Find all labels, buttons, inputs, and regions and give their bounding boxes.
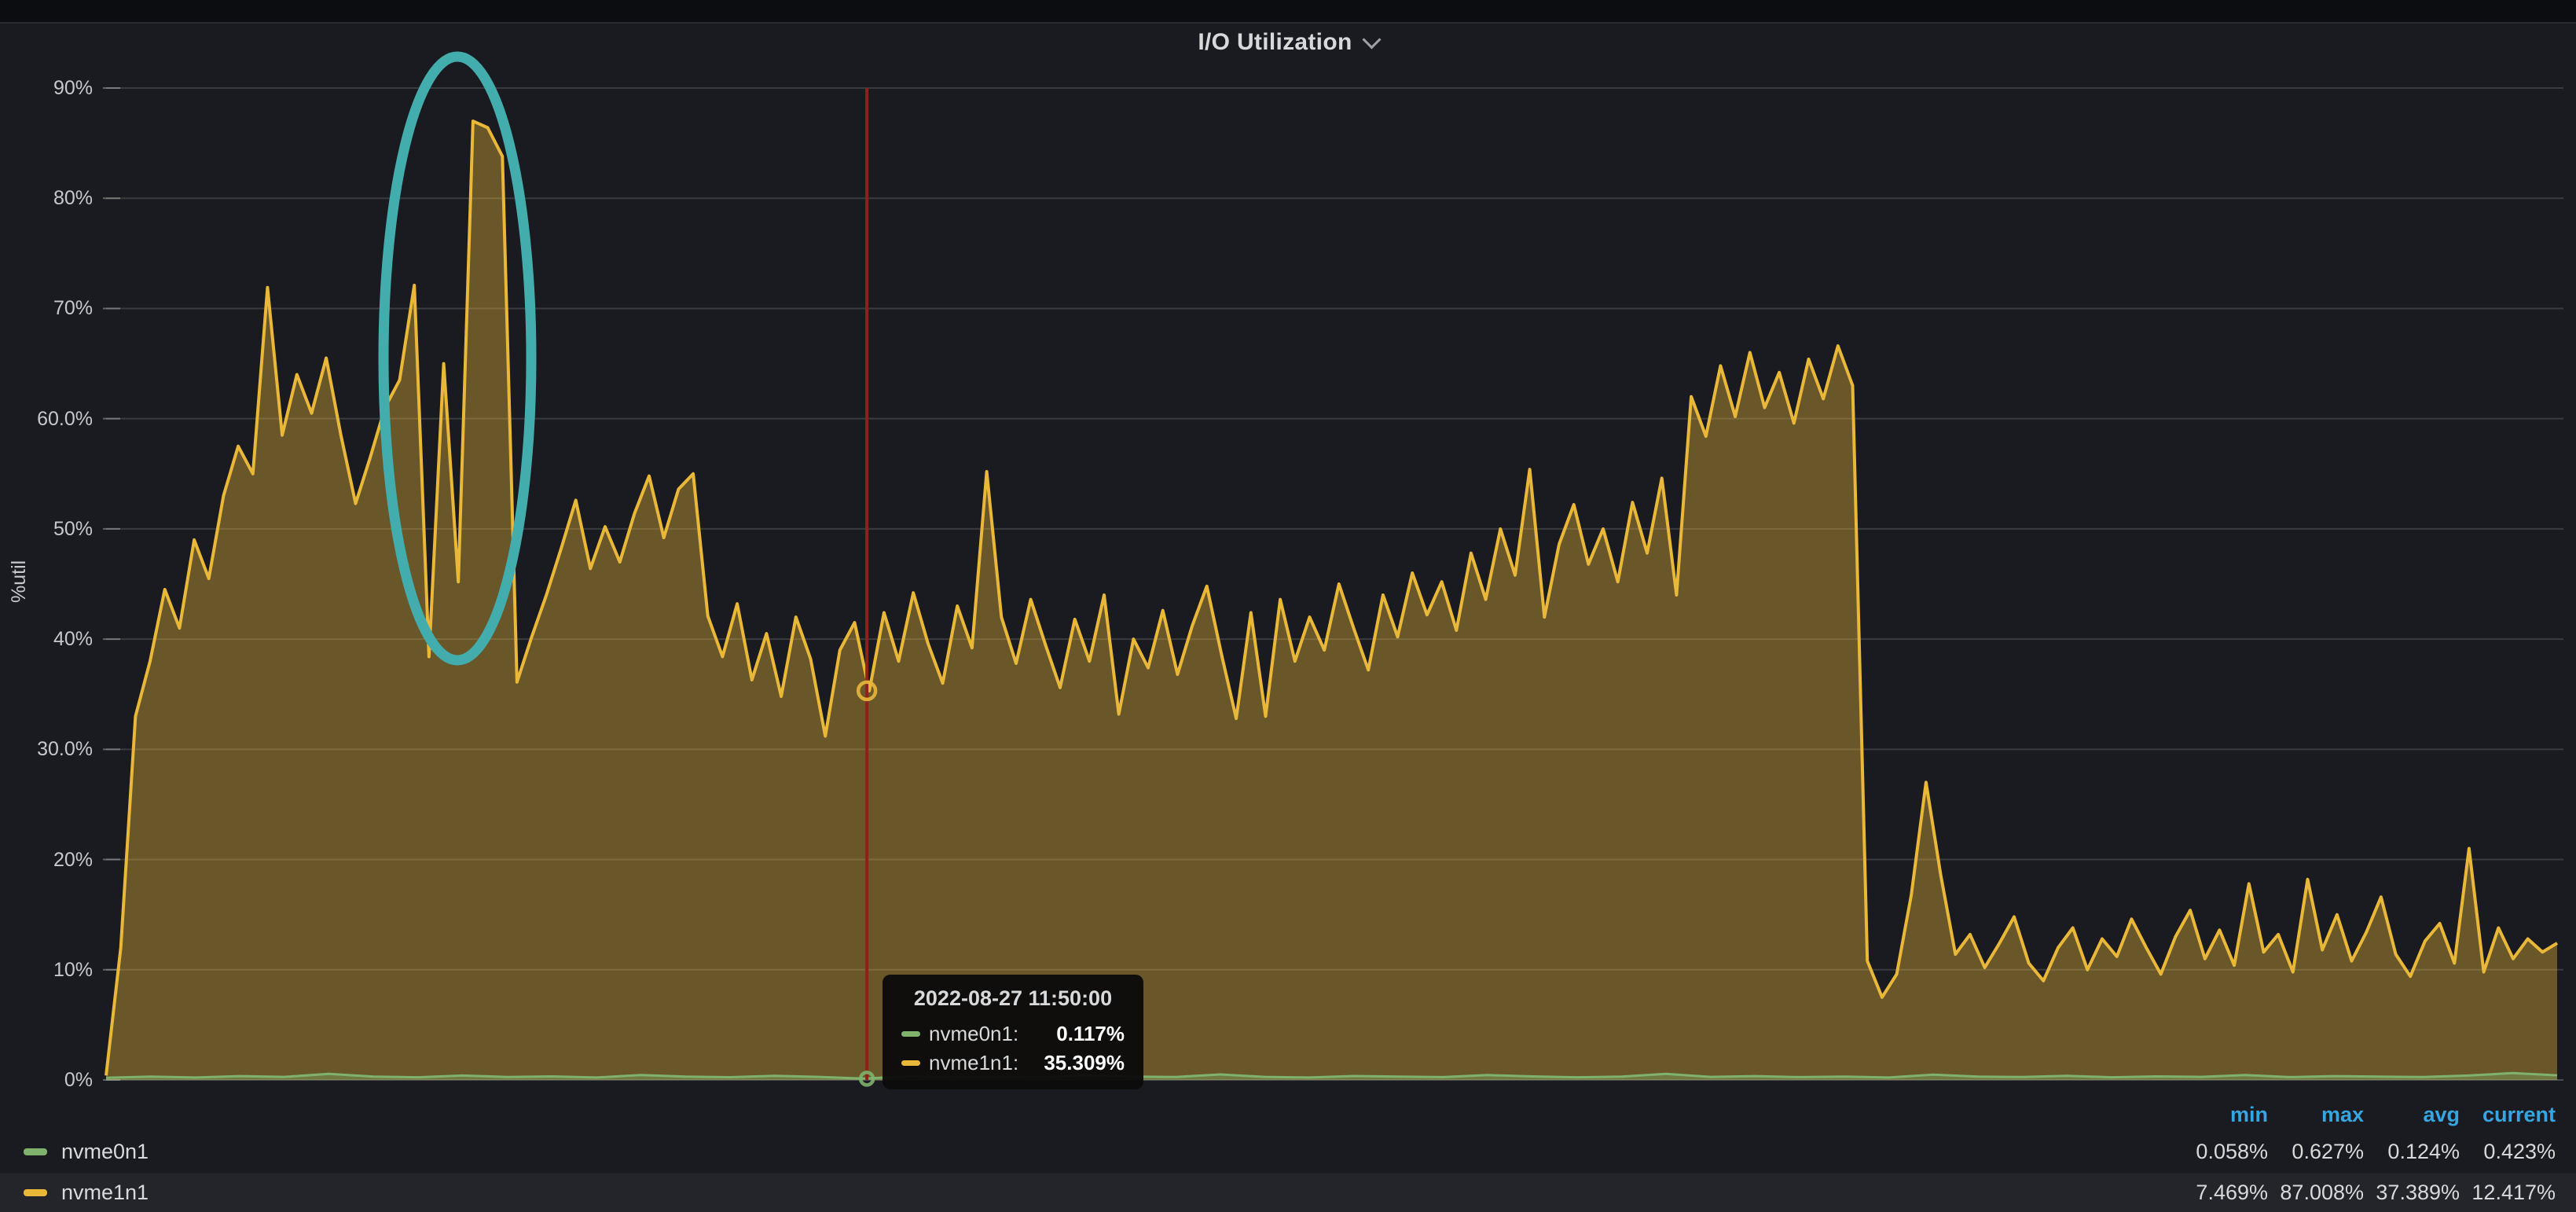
- legend-value-min: 0.058%: [2172, 1140, 2268, 1164]
- legend-series-name[interactable]: nvme1n1: [61, 1181, 149, 1205]
- tooltip-timestamp: 2022-08-27 11:50:00: [901, 986, 1125, 1011]
- tooltip: 2022-08-27 11:50:00 nvme0n1: 0.117% nvme…: [883, 975, 1143, 1089]
- series-swatch-icon[interactable]: [24, 1148, 47, 1155]
- legend-header-avg[interactable]: avg: [2364, 1103, 2460, 1127]
- legend-value-min: 7.469%: [2172, 1181, 2268, 1205]
- legend-header-row: min max avg current: [0, 1099, 2576, 1130]
- series-swatch-icon[interactable]: [24, 1189, 47, 1196]
- legend-row-nvme0n1: nvme0n1 0.058% 0.627% 0.124% 0.423%: [0, 1130, 2576, 1173]
- tooltip-series-label: nvme1n1:: [929, 1051, 1018, 1075]
- legend: min max avg current nvme0n1 0.058% 0.627…: [0, 1099, 2576, 1212]
- tooltip-series-label: nvme0n1:: [929, 1022, 1018, 1046]
- legend-value-current: 0.423%: [2460, 1140, 2556, 1164]
- legend-header-max[interactable]: max: [2268, 1103, 2364, 1127]
- legend-value-current: 12.417%: [2460, 1181, 2556, 1205]
- legend-header-current[interactable]: current: [2460, 1103, 2556, 1127]
- series-swatch-icon: [901, 1031, 920, 1037]
- chart-canvas[interactable]: [0, 0, 2576, 1212]
- series-area-nvme1n1: [106, 121, 2557, 1080]
- io-utilization-panel: { "header": { "title": "I/O Utilization"…: [0, 0, 2576, 1212]
- legend-series-name[interactable]: nvme0n1: [61, 1140, 149, 1164]
- tooltip-series-value: 0.117%: [1056, 1022, 1125, 1046]
- legend-value-avg: 0.124%: [2364, 1140, 2460, 1164]
- tooltip-series-value: 35.309%: [1044, 1051, 1125, 1075]
- legend-value-max: 0.627%: [2268, 1140, 2364, 1164]
- legend-header-min[interactable]: min: [2172, 1103, 2268, 1127]
- tooltip-row: nvme1n1: 35.309%: [901, 1049, 1125, 1078]
- legend-value-max: 87.008%: [2268, 1181, 2364, 1205]
- legend-value-avg: 37.389%: [2364, 1181, 2460, 1205]
- legend-row-nvme1n1: nvme1n1 7.469% 87.008% 37.389% 12.417%: [0, 1173, 2576, 1212]
- tooltip-row: nvme0n1: 0.117%: [901, 1019, 1125, 1049]
- series-swatch-icon: [901, 1060, 920, 1066]
